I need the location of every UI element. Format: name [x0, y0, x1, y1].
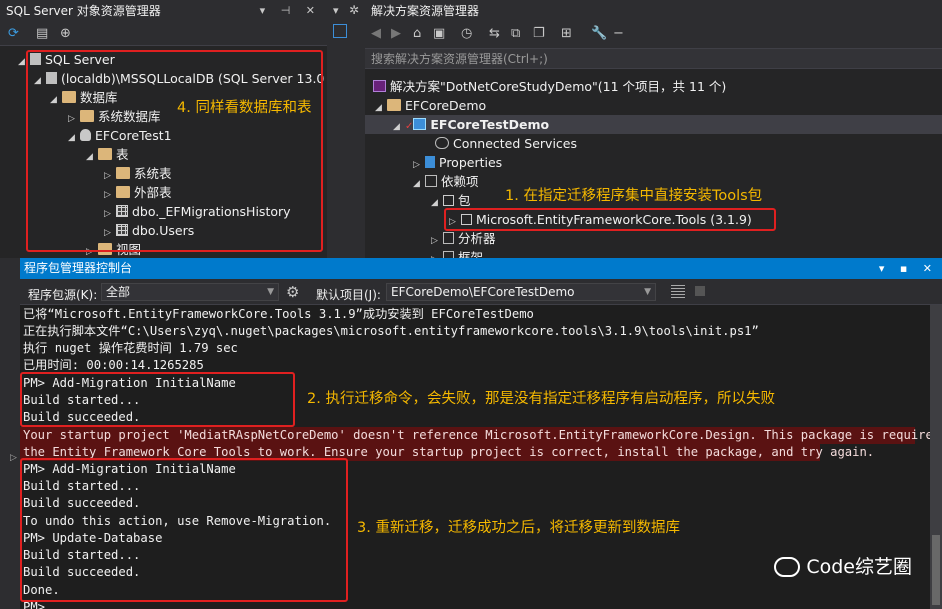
refresh-icon[interactable]: ⟳ [8, 26, 19, 42]
sql-explorer-window-controls[interactable]: ▾ ⊣ ✕ [260, 0, 321, 22]
collapse-all-icon[interactable]: ⧉ [511, 26, 520, 42]
tree-item-efcoretestdemo[interactable]: ◢ ✓ EFCoreTestDemo [365, 115, 942, 134]
back-icon[interactable]: ◀ [371, 26, 381, 42]
document-tab-icon[interactable] [333, 24, 347, 38]
checkout-check-icon: ✓ [405, 121, 414, 132]
highlight-box-first-migration [20, 372, 295, 427]
wechat-logo-icon [774, 557, 801, 577]
console-error-line: Your startup project 'MediatRAspNetCoreD… [20, 427, 940, 444]
console-title: 程序包管理器控制台 [24, 261, 133, 275]
clear-console-icon[interactable] [671, 285, 685, 298]
dropdown-icon[interactable]: ▾ [333, 4, 339, 17]
default-project-select[interactable]: EFCoreDemo\EFCoreTestDemo ▼ [386, 283, 656, 301]
gear-icon[interactable]: ✲ [349, 3, 359, 17]
tool-window-tab-strip: ▾ ✲ [327, 0, 365, 258]
properties-icon [425, 156, 435, 168]
console-line: 执行 nuget 操作花费时间 1.79 sec [23, 341, 238, 355]
annotation-3: 3. 重新迁移，迁移成功之后，将迁移更新到数据库 [357, 520, 680, 536]
chevron-down-icon: ▼ [644, 287, 651, 297]
tree-item-solution[interactable]: 解决方案"DotNetCoreStudyDemo"(11 个项目，共 11 个) [373, 77, 726, 96]
sql-explorer-toolbar: ⟳ ▤ ⊕ [0, 22, 327, 46]
tree-item-analyzers[interactable]: ▷ 分析器 [431, 229, 496, 248]
framework-icon [443, 251, 454, 258]
sync-icon[interactable]: ⇆ [489, 26, 500, 42]
highlight-box-second-migration [20, 458, 348, 602]
sql-explorer-title-bar: SQL Server 对象资源管理器 ▾ ⊣ ✕ [0, 0, 327, 22]
analyzer-icon [443, 232, 454, 244]
switch-views-icon[interactable]: ▣ [433, 26, 445, 42]
chevron-down-icon: ▼ [267, 287, 274, 297]
gear-icon[interactable]: ⚙ [286, 283, 299, 301]
history-icon[interactable]: ◷ [461, 26, 472, 42]
tree-item-dependencies[interactable]: ◢ 依赖项 [413, 172, 479, 191]
highlight-box-database [26, 50, 323, 252]
package-source-label: 程序包源(K): [28, 288, 98, 302]
console-scrollbar-thumb[interactable] [932, 535, 940, 605]
solution-search-input[interactable]: 搜索解决方案资源管理器(Ctrl+;) [365, 49, 942, 69]
show-all-files-icon[interactable]: ❐ [533, 26, 545, 42]
tree-item-efcoredemo[interactable]: ◢ EFCoreDemo [375, 96, 486, 115]
package-source-select[interactable]: 全部 ▼ [101, 283, 279, 301]
console-window-controls[interactable]: ▾ ▪ ✕ [879, 258, 938, 279]
tree-item-frameworks[interactable]: ▷框架 [431, 248, 483, 258]
home-icon[interactable]: ⌂ [413, 26, 421, 42]
stop-icon[interactable] [695, 286, 705, 296]
properties-wrench-icon[interactable]: 🔧 [591, 26, 607, 42]
solution-explorer-title: 解决方案资源管理器 [371, 4, 480, 18]
annotation-4: 4. 同样看数据库和表 [177, 100, 312, 116]
console-line: 正在执行脚本文件“C:\Users\zyq\.nuget\packages\mi… [23, 324, 759, 338]
annotation-1: 1. 在指定迁移程序集中直接安装Tools包 [505, 188, 763, 204]
forward-icon[interactable]: ▶ [391, 26, 401, 42]
tree-item-properties[interactable]: ▷ Properties [413, 153, 502, 172]
console-line: 已用时间: 00:00:14.1265285 [23, 358, 204, 370]
console-toolbar: 程序包源(K): 全部 ▼ ⚙ 默认项目(J): EFCoreDemo\EFCor… [20, 279, 942, 305]
watermark: Code综艺圈 [774, 552, 912, 579]
filter-icon[interactable]: ▤ [36, 26, 48, 42]
package-icon [443, 195, 454, 206]
expand-arrow-icon: ▷ [10, 453, 17, 463]
folder-icon [387, 99, 401, 111]
cloud-icon [435, 137, 449, 149]
sql-explorer-title: SQL Server 对象资源管理器 [6, 4, 161, 18]
left-gutter: ▷ [0, 258, 20, 609]
add-server-icon[interactable]: ⊕ [60, 26, 71, 42]
minus-icon[interactable]: − [613, 26, 624, 42]
solution-icon [373, 80, 386, 92]
default-project-label: 默认项目(J): [316, 288, 381, 302]
tree-item-connected-services[interactable]: Connected Services [423, 134, 577, 153]
solution-explorer-title-bar: 解决方案资源管理器 [365, 0, 942, 22]
console-line: 已将“Microsoft.EntityFrameworkCore.Tools 3… [23, 307, 534, 321]
solution-explorer-toolbar: ◀ ▶ ⌂ ▣ ◷ ⇆ ⧉ ❐ ⊞ 🔧 − [365, 22, 942, 49]
csharp-project-icon [413, 118, 427, 130]
highlight-box-tools-package [444, 208, 776, 231]
pending-changes-icon[interactable]: ⊞ [561, 26, 572, 42]
dependencies-icon [425, 175, 437, 187]
console-title-bar: 程序包管理器控制台 ▾ ▪ ✕ [20, 258, 942, 279]
annotation-2: 2. 执行迁移命令，会失败，那是没有指定迁移程序有启动程序，所以失败 [307, 391, 775, 407]
